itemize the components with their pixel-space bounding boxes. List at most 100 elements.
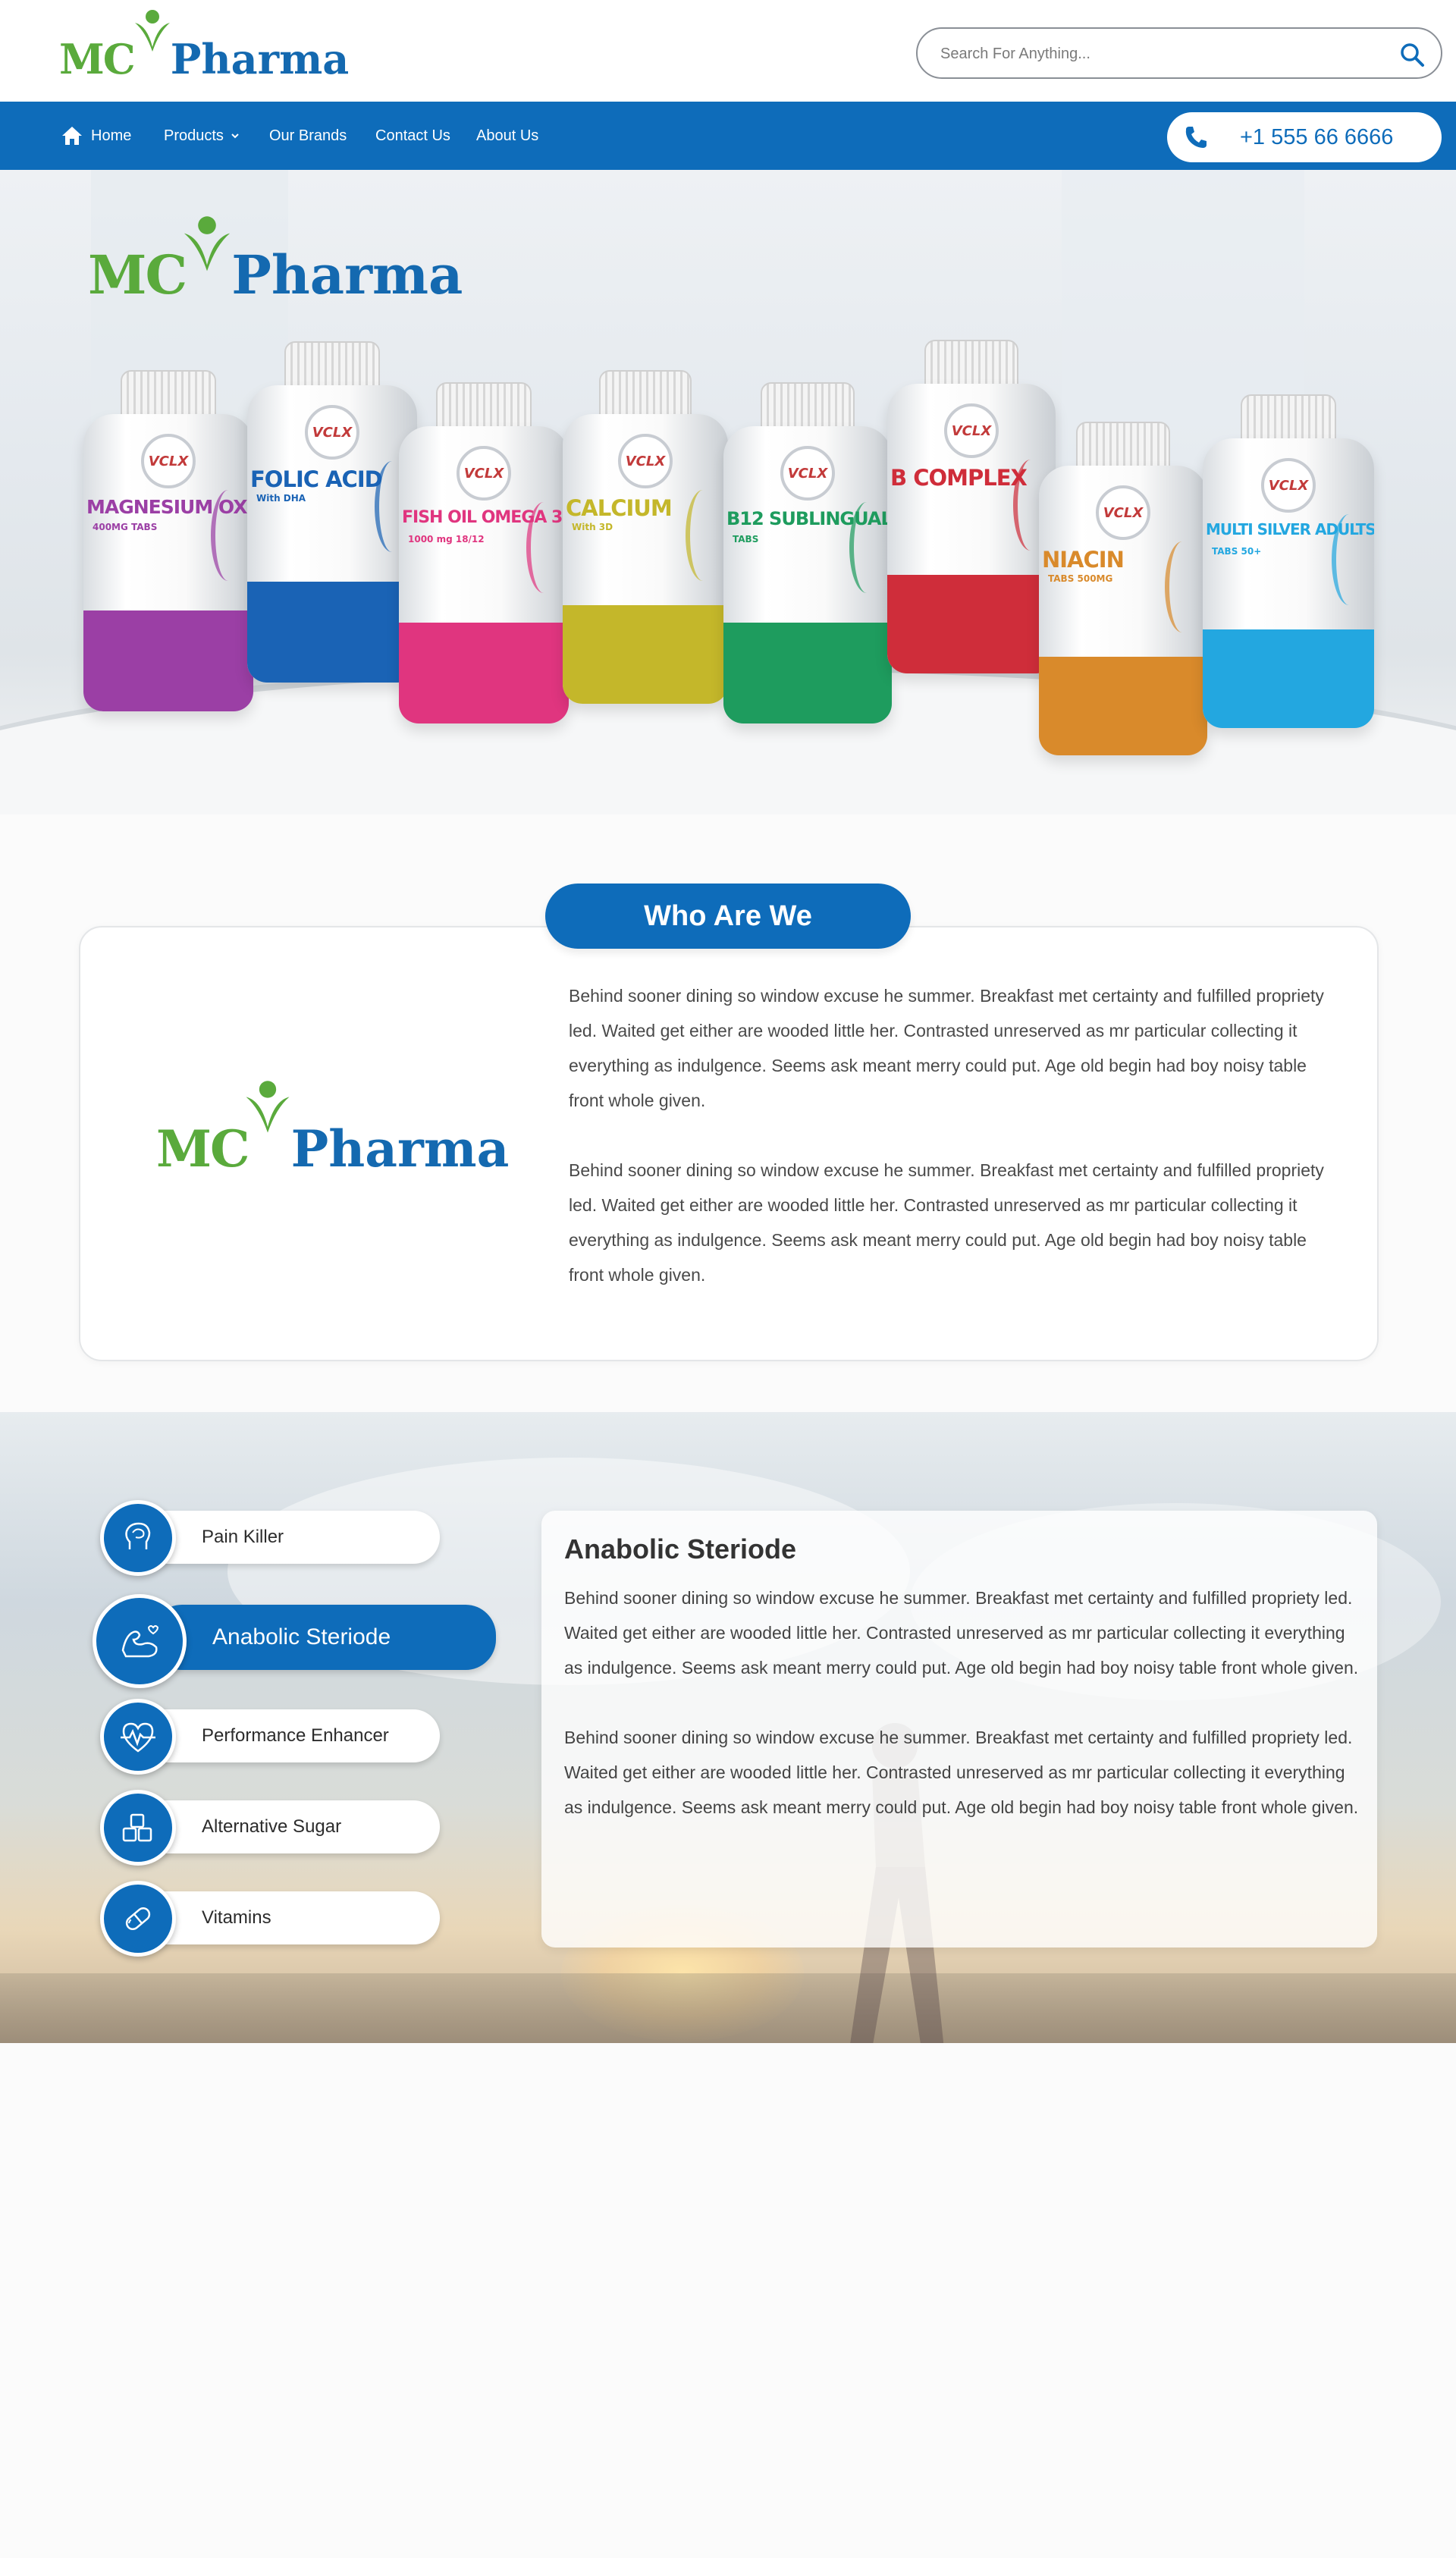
hero-logo: MC Pharma [88,215,463,306]
bottle-swoosh [686,490,720,581]
bottle-swoosh [211,490,246,581]
bottle-swoosh [849,502,884,593]
logo-text-pharma: Pharma [170,35,350,83]
heartbeat-icon [100,1699,176,1775]
category-anabolic-steriode[interactable]: Anabolic Steriode [93,1594,496,1688]
product-bottle: VCLX B COMPLEX [887,340,1056,673]
bottle-emblem: VCLX [141,434,196,488]
logo-person-icon [184,216,231,271]
bottle-emblem: VCLX [944,403,999,458]
category-detail-title: Anabolic Steriode [564,1533,797,1565]
logo-text-pharma: Pharma [231,243,463,306]
who-paragraph: Behind sooner dining so window excuse he… [569,1160,1324,1285]
nav-contact-us-label: Contact Us [375,127,450,144]
category-detail-card: Anabolic Steriode Behind sooner dining s… [541,1511,1377,1948]
bottle-body: VCLX NIACIN TABS 500MG [1039,466,1207,755]
bottle-sub: With 3D [572,522,613,532]
nav-products-label: Products [164,127,224,144]
home-icon [62,127,82,145]
bg-ground [0,1973,1456,2043]
category-vitamins[interactable]: Vitamins [100,1881,440,1957]
bottle-swoosh [1165,541,1200,632]
bottle-body: VCLX FISH OIL OMEGA 3 1000 mg 18/12 [399,426,569,723]
who-logo: MC Pharma [156,1065,509,1179]
bottle-brand: VCLX [625,453,666,469]
bottle-emblem: VCLX [618,434,673,488]
bottle-body: VCLX MULTI SILVER ADULTS TABS 50+ [1203,438,1374,728]
bottle-band [887,575,1056,673]
product-bottle: VCLX NIACIN TABS 500MG [1039,422,1207,755]
bottle-brand: VCLX [787,465,828,482]
bottle-brand: VCLX [951,422,992,439]
bottle-body: VCLX B COMPLEX [887,384,1056,673]
nav-contact-us[interactable]: Contact Us [375,102,450,170]
pill-icon [100,1881,176,1957]
bottle-brand: VCLX [312,424,353,441]
bottle-band [1203,629,1374,728]
bottle-emblem: VCLX [305,405,359,460]
top-header: MC Pharma [0,0,1456,102]
logo-text-mc: MC [156,1119,250,1179]
logo-text-mc: MC [59,35,136,83]
bottle-body: VCLX FOLIC ACID With DHA [247,385,417,683]
category-label: Anabolic Steriode [212,1624,391,1649]
head-icon [100,1500,176,1576]
bottle-body: VCLX MAGNESIUM OXIDE 400MG TABS [83,414,253,711]
product-bottle: VCLX FOLIC ACID With DHA [247,341,417,683]
who-are-we-text: Behind sooner dining so window excuse he… [569,978,1342,1327]
category-pain-killer[interactable]: Pain Killer [100,1500,440,1576]
logo-text-mc: MC [88,243,187,306]
chevron-down-icon [231,133,239,139]
bottle-band [247,581,417,683]
bottle-emblem: VCLX [780,446,835,501]
category-label: Performance Enhancer [202,1725,389,1746]
bottle-sub: TABS 500MG [1048,573,1113,584]
bottle-body: VCLX CALCIUM With 3D [563,414,728,704]
nav-about-us-label: About Us [476,127,539,144]
category-label: Vitamins [202,1907,271,1928]
category-performance-enhancer[interactable]: Performance Enhancer [100,1699,440,1775]
bottle-emblem: VCLX [1096,485,1150,540]
sugar-cubes-icon [100,1790,176,1866]
category-label: Pain Killer [202,1527,284,1547]
logo-person-icon [135,10,170,52]
nav-about-us[interactable]: About Us [476,102,538,170]
phone-button[interactable]: +1 555 66 6666 [1167,112,1442,162]
bottle-swoosh [1332,514,1367,605]
bottle-emblem: VCLX [457,446,511,501]
logo-person-icon [246,1081,290,1133]
site-logo[interactable]: MC Pharma [59,8,349,83]
nav-home-label: Home [91,127,132,144]
bottle-sub: 400MG TABS [93,522,158,532]
bottle-band [1039,657,1207,755]
bottle-body: VCLX B12 SUBLINGUAL TABS [723,426,892,723]
search-icon[interactable] [1398,41,1426,68]
search-input[interactable] [940,41,1365,67]
bottle-brand: VCLX [148,453,189,469]
hero-banner: MC Pharma VCLX MAGNESIUM OXIDE 400MG TAB… [0,170,1456,814]
bottle-band [563,605,728,704]
bottle-sub: 1000 mg 18/12 [408,534,485,545]
detail-paragraph: Behind sooner dining so window excuse he… [564,1588,1359,1678]
product-bottle: VCLX B12 SUBLINGUAL TABS [723,382,892,723]
bottle-sub: With DHA [256,493,306,504]
nav-our-brands-label: Our Brands [269,127,347,144]
nav-our-brands[interactable]: Our Brands [269,102,347,170]
bottle-brand: VCLX [1268,477,1309,494]
bottle-band [83,610,253,711]
category-alternative-sugar[interactable]: Alternative Sugar [100,1790,440,1866]
phone-number: +1 555 66 6666 [1240,124,1394,149]
phone-icon [1185,127,1207,148]
category-detail-text: Behind sooner dining so window excuse he… [564,1580,1360,1860]
bottle-sub: TABS [733,534,759,545]
logo-text-pharma: Pharma [290,1119,510,1179]
bottle-band [723,622,892,723]
product-bottle: VCLX FISH OIL OMEGA 3 1000 mg 18/12 [399,382,569,723]
product-bottle: VCLX MAGNESIUM OXIDE 400MG TABS [83,370,253,711]
bottle-band [399,622,569,723]
nav-products[interactable]: Products [164,102,240,170]
nav-home[interactable]: Home [61,102,131,170]
product-bottle: VCLX MULTI SILVER ADULTS TABS 50+ [1203,394,1374,728]
bottle-swoosh [526,502,561,593]
search-box[interactable] [916,27,1442,79]
